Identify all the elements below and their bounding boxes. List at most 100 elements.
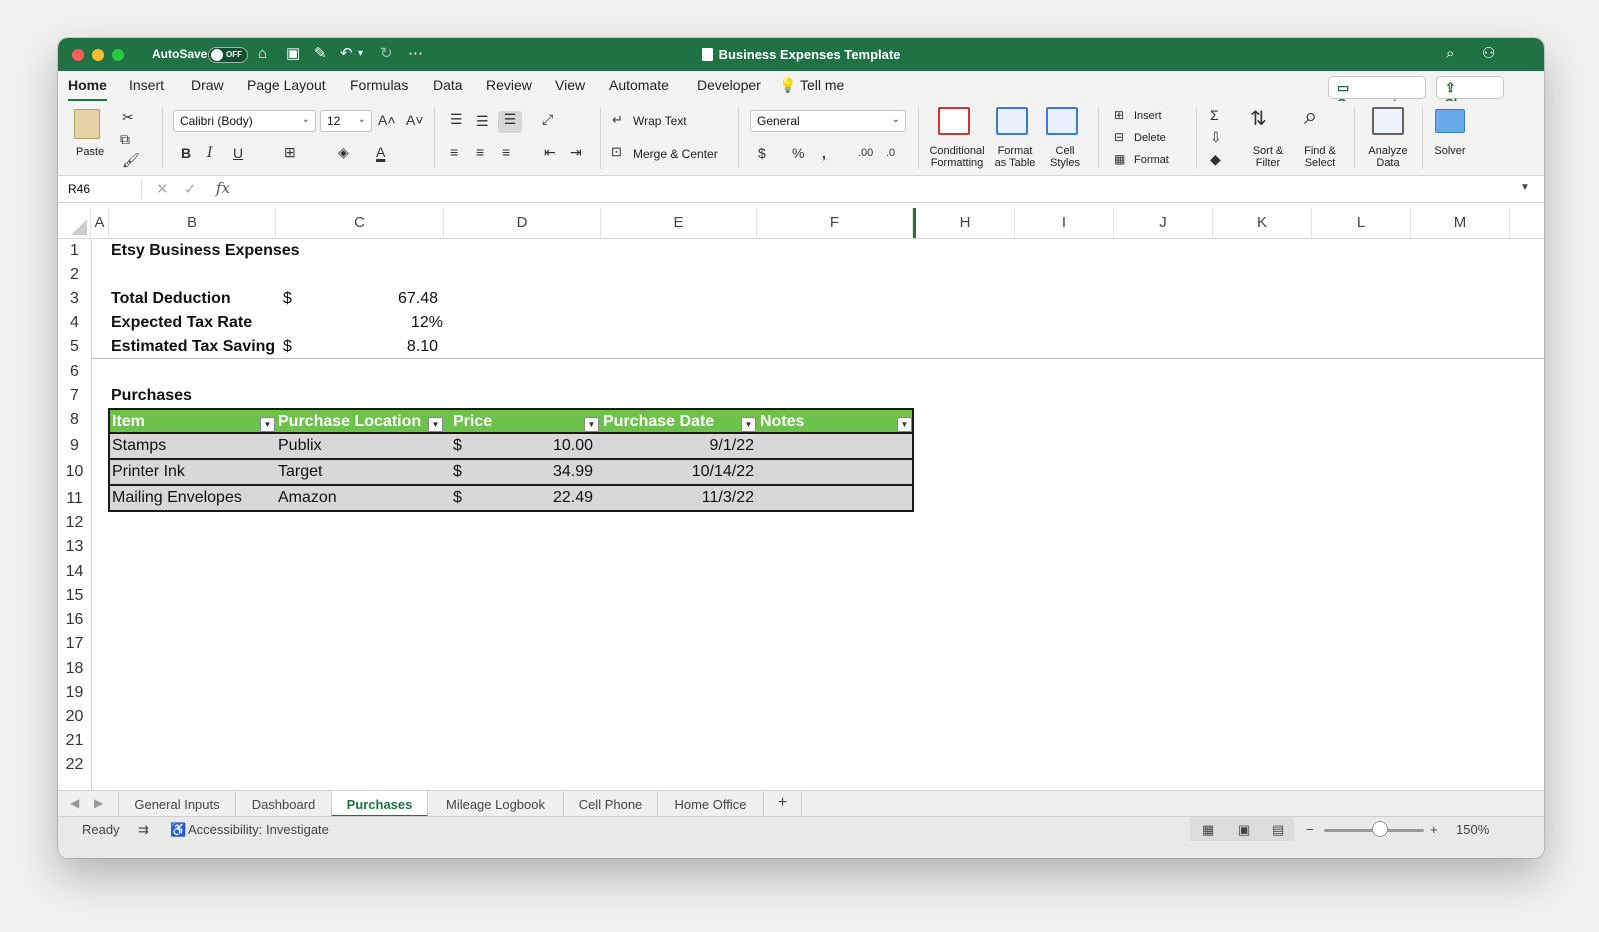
row-header[interactable]: 8 (58, 411, 91, 429)
row-header[interactable]: 3 (58, 290, 91, 308)
format-cells-icon[interactable]: ▦ (1114, 151, 1125, 167)
page-break-view-icon[interactable]: ▤ (1272, 822, 1284, 838)
sheet-tab-general-inputs[interactable]: General Inputs (118, 791, 236, 817)
row-header[interactable]: 20 (58, 708, 91, 726)
cell-price[interactable]: 22.49 (510, 489, 593, 507)
row-header[interactable]: 15 (58, 587, 91, 605)
filter-dropdown-icon[interactable]: ▼ (741, 417, 756, 432)
cell-date[interactable]: 9/1/22 (650, 437, 754, 455)
fill-color-icon[interactable]: ◈ (338, 144, 349, 160)
table-header-date[interactable]: Purchase Date (603, 413, 714, 431)
table-header-item[interactable]: Item (112, 413, 145, 431)
sheet-tab-purchases[interactable]: Purchases (332, 791, 428, 817)
filter-dropdown-icon[interactable]: ▼ (897, 417, 912, 432)
align-right-icon[interactable]: ≡ (502, 144, 510, 160)
cell-location[interactable]: Amazon (278, 489, 337, 507)
insert-function-icon[interactable]: fx (216, 179, 230, 197)
tab-insert[interactable]: Insert (129, 77, 164, 93)
tab-home[interactable]: Home (68, 77, 107, 102)
cell-date[interactable]: 10/14/22 (650, 463, 754, 481)
cell-item[interactable]: Printer Ink (112, 463, 185, 481)
expand-formula-icon[interactable]: ▼ (1520, 182, 1530, 193)
cell-price[interactable]: 34.99 (510, 463, 593, 481)
row-header[interactable]: 17 (58, 635, 91, 653)
currency-icon[interactable]: $ (758, 145, 766, 161)
cell-location[interactable]: Publix (278, 437, 322, 455)
font-color-icon[interactable]: A (376, 144, 385, 160)
freeze-pane-divider[interactable] (913, 208, 916, 238)
tab-automate[interactable]: Automate (609, 77, 669, 93)
row-header[interactable]: 18 (58, 660, 91, 678)
sheet-tab-dashboard[interactable]: Dashboard (236, 791, 332, 817)
table-row[interactable]: Printer Ink Target $ 34.99 10/14/22 (108, 460, 914, 486)
solver-button[interactable]: Solver (1432, 145, 1468, 157)
column-header[interactable]: D (444, 208, 601, 238)
filter-dropdown-icon[interactable]: ▼ (260, 417, 275, 432)
font-size-select[interactable]: 12 ⌄ (320, 110, 372, 132)
expected-tax-rate-label[interactable]: Expected Tax Rate (111, 314, 252, 332)
add-sheet-button[interactable]: + (764, 791, 802, 817)
cancel-icon[interactable]: ✕ (156, 180, 169, 198)
sheet-title[interactable]: Etsy Business Expenses (111, 242, 300, 260)
sheet-tab-cell-phone[interactable]: Cell Phone (564, 791, 658, 817)
cell-date[interactable]: 11/3/22 (650, 489, 754, 507)
row-header[interactable]: 11 (58, 490, 91, 508)
align-bottom-icon[interactable]: ☰ (498, 111, 522, 133)
row-header[interactable]: 16 (58, 611, 91, 629)
autosum-icon[interactable]: Σ (1210, 107, 1219, 123)
cell-currency[interactable]: $ (453, 463, 462, 481)
delete-cells-button[interactable]: Delete (1134, 132, 1166, 144)
borders-icon[interactable]: ⊞ (284, 144, 296, 160)
font-name-select[interactable]: Calibri (Body) ⌄ (173, 110, 316, 132)
cell-currency[interactable]: $ (453, 489, 462, 507)
row-header[interactable]: 21 (58, 732, 91, 750)
tab-view[interactable]: View (555, 77, 585, 93)
column-header[interactable]: M (1411, 208, 1510, 238)
row-header[interactable]: 19 (58, 684, 91, 702)
zoom-level[interactable]: 150% (1456, 822, 1489, 837)
align-center-icon[interactable]: ≡ (476, 144, 484, 160)
align-top-icon[interactable]: ☰ (450, 111, 463, 127)
increase-indent-icon[interactable]: ⇥ (570, 144, 582, 160)
insert-cells-button[interactable]: Insert (1134, 110, 1162, 122)
tab-formulas[interactable]: Formulas (350, 77, 408, 93)
merge-icon[interactable]: ⊡ (611, 144, 622, 160)
search-icon[interactable]: ⌕ (1446, 45, 1454, 63)
clear-icon[interactable]: ◆ (1210, 151, 1221, 167)
estimated-tax-savings-currency[interactable]: $ (283, 338, 292, 356)
paste-icon[interactable] (74, 109, 100, 139)
conditional-formatting-button[interactable]: Conditional Formatting (926, 145, 988, 169)
tab-draw[interactable]: Draw (191, 77, 224, 93)
underline-button[interactable]: U (233, 145, 243, 161)
purchases-heading[interactable]: Purchases (111, 387, 192, 405)
column-header[interactable]: H (916, 208, 1015, 238)
analyze-data-icon[interactable] (1372, 107, 1404, 135)
table-header-price[interactable]: Price (453, 413, 492, 431)
tab-developer[interactable]: Developer (697, 77, 761, 93)
decrease-font-icon[interactable]: A˅ (406, 112, 424, 128)
bold-button[interactable]: B (181, 145, 191, 161)
row-header[interactable]: 6 (58, 363, 91, 381)
document-title[interactable]: Business Expenses Template (58, 47, 1544, 62)
cell-styles-button[interactable]: Cell Styles (1048, 145, 1082, 169)
accessibility-icon[interactable]: ♿ (170, 822, 186, 838)
row-header[interactable]: 1 (58, 242, 91, 260)
wrap-text-icon[interactable]: ↵ (612, 112, 623, 128)
column-header[interactable]: I (1015, 208, 1114, 238)
cut-icon[interactable]: ✂ (122, 109, 134, 125)
total-deduction-label[interactable]: Total Deduction (111, 290, 231, 308)
wrap-text-button[interactable]: Wrap Text (633, 115, 687, 127)
column-header[interactable]: E (601, 208, 757, 238)
row-header[interactable]: 9 (58, 437, 91, 455)
increase-font-icon[interactable]: A˄ (378, 112, 396, 128)
sort-filter-button[interactable]: Sort & Filter (1246, 145, 1290, 169)
conditional-formatting-icon[interactable] (938, 107, 970, 135)
find-select-button[interactable]: Find & Select (1298, 145, 1342, 169)
table-header-location[interactable]: Purchase Location (278, 413, 421, 431)
cell-currency[interactable]: $ (453, 437, 462, 455)
comma-icon[interactable]: , (822, 145, 826, 161)
tab-review[interactable]: Review (486, 77, 532, 93)
zoom-out-icon[interactable]: − (1306, 822, 1314, 837)
tell-me-search[interactable]: Tell me (800, 77, 844, 93)
solver-icon[interactable] (1435, 109, 1465, 133)
